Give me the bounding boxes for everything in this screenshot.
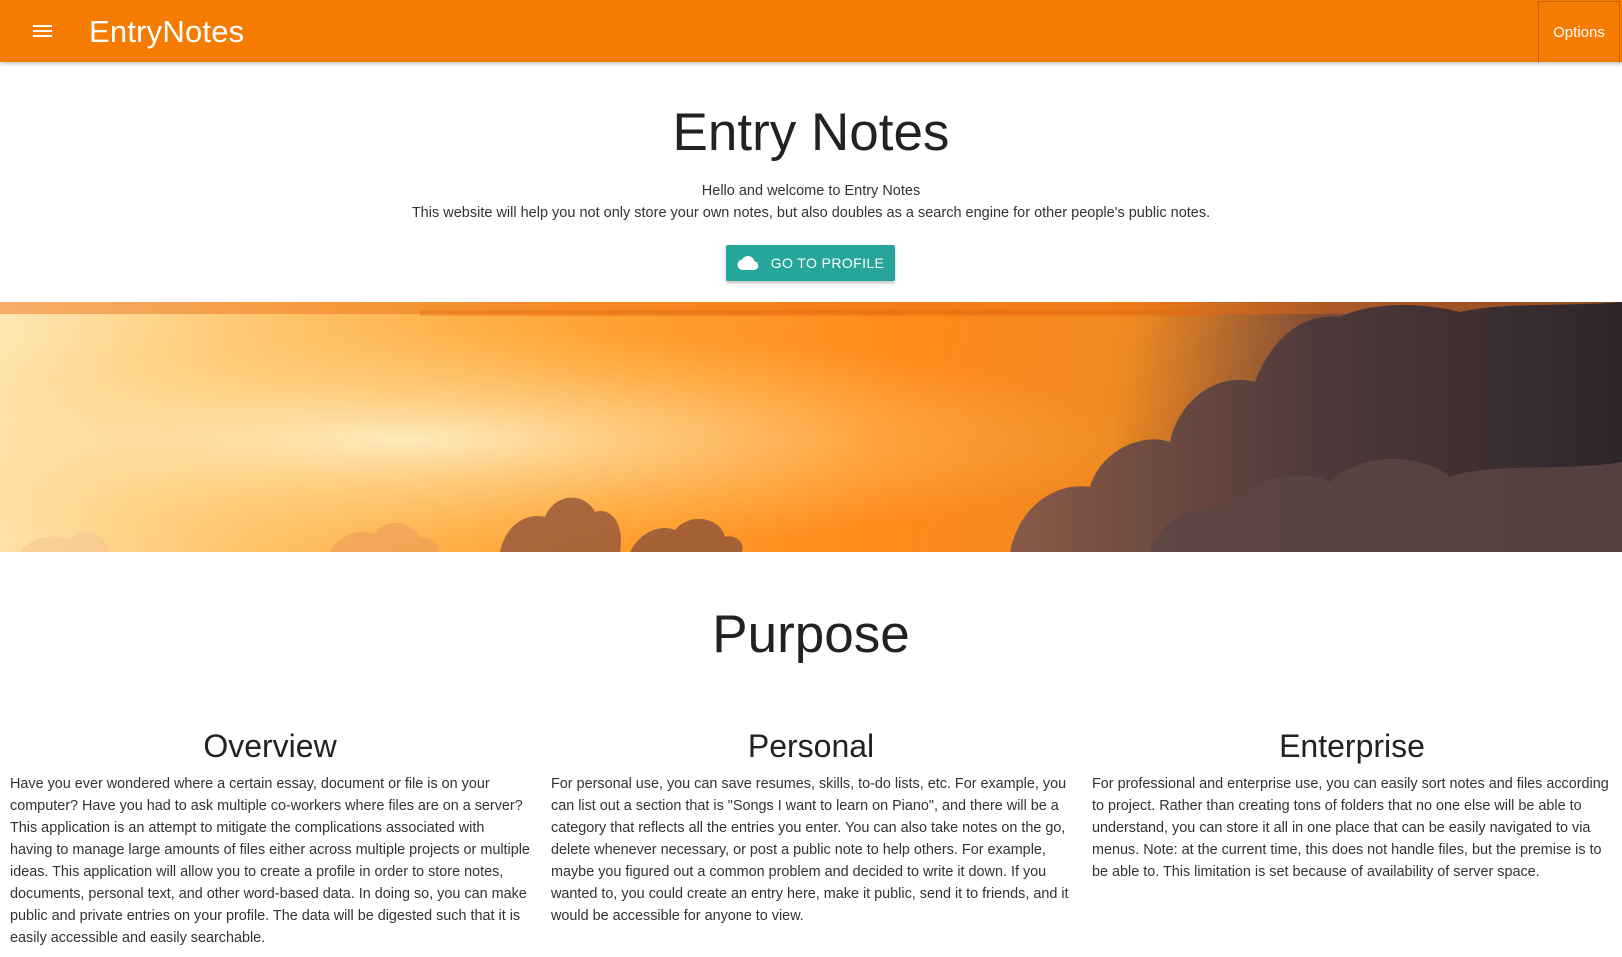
personal-text: For personal use, you can save resumes, … <box>551 776 1069 924</box>
description-text: This website will help you not only stor… <box>411 205 1211 221</box>
go-to-profile-button[interactable]: GO TO PROFILE <box>726 245 895 281</box>
sunset-clouds-banner-image <box>0 302 1622 552</box>
hamburger-menu-icon[interactable] <box>33 21 53 41</box>
enterprise-heading: Enterprise <box>1279 728 1425 764</box>
personal-column: Personal For personal use, you can save … <box>551 725 1071 927</box>
overview-text: Have you ever wondered where a certain e… <box>10 776 530 946</box>
cloud-icon <box>737 256 759 270</box>
welcome-text: Hello and welcome to Entry Notes <box>701 183 921 199</box>
options-button[interactable]: Options <box>1538 1 1620 63</box>
hero-title: Entry Notes <box>672 103 950 162</box>
overview-column: Overview Have you ever wondered where a … <box>10 725 530 949</box>
enterprise-text: For professional and enterprise use, you… <box>1092 776 1609 880</box>
top-navbar: EntryNotes Options <box>0 0 1622 63</box>
overview-heading: Overview <box>203 728 337 764</box>
enterprise-column: Enterprise For professional and enterpri… <box>1092 725 1612 883</box>
purpose-title: Purpose <box>712 605 910 664</box>
go-to-profile-label: GO TO PROFILE <box>770 255 885 271</box>
personal-heading: Personal <box>747 728 875 764</box>
brand-logo[interactable]: EntryNotes <box>89 14 244 50</box>
